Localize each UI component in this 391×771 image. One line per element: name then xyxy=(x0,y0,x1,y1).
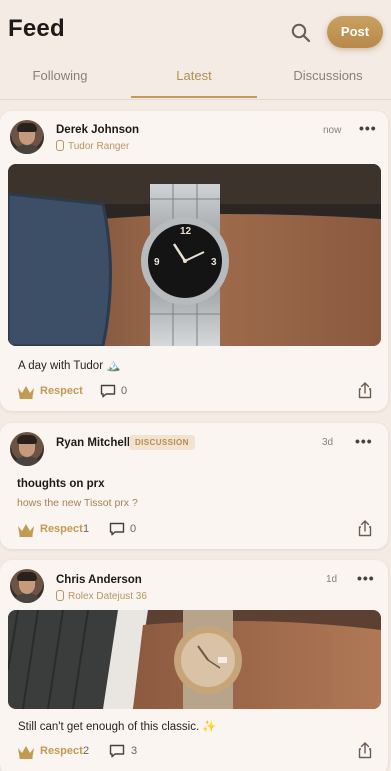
author-name[interactable]: Chris Anderson xyxy=(56,574,142,586)
comment-icon[interactable] xyxy=(100,384,116,398)
more-icon[interactable]: ••• xyxy=(355,433,373,449)
comment-count: 0 xyxy=(130,523,137,535)
tab-following[interactable]: Following xyxy=(0,68,120,83)
comment-icon[interactable] xyxy=(109,522,125,536)
svg-text:9: 9 xyxy=(154,257,160,268)
post-card[interactable]: Ryan Mitchell DISCUSSION 3d ••• thoughts… xyxy=(0,423,388,549)
post-image[interactable]: 12 9 3 xyxy=(8,164,381,346)
header: Feed Post xyxy=(0,0,391,62)
watch-name: Tudor Ranger xyxy=(68,141,130,152)
respect-count: 1 xyxy=(83,523,90,535)
comment-count: 0 xyxy=(121,385,128,397)
comment-icon[interactable] xyxy=(109,744,125,758)
post-card[interactable]: Chris Anderson Rolex Datejust 36 1d ••• xyxy=(0,560,388,771)
watch-tag[interactable]: Tudor Ranger xyxy=(56,140,129,152)
avatar[interactable] xyxy=(10,432,44,466)
post-title: thoughts on prx xyxy=(17,478,105,490)
page-title: Feed xyxy=(8,15,65,42)
crown-icon[interactable] xyxy=(17,745,35,759)
post-caption: A day with Tudor 🏔️ xyxy=(18,360,121,372)
post-actions: Respect 2 3 xyxy=(17,742,372,762)
watch-tag[interactable]: Rolex Datejust 36 xyxy=(56,590,147,602)
crown-icon[interactable] xyxy=(17,385,35,399)
svg-text:12: 12 xyxy=(180,226,192,237)
more-icon[interactable]: ••• xyxy=(357,570,375,586)
respect-button[interactable]: Respect xyxy=(40,385,83,397)
respect-count: 2 xyxy=(83,745,90,757)
watch-icon xyxy=(56,590,64,601)
share-icon[interactable] xyxy=(358,520,372,537)
respect-button[interactable]: Respect xyxy=(40,523,83,535)
status-badge: DISCUSSION xyxy=(129,435,195,450)
post-body: hows the new Tissot prx ? xyxy=(17,497,138,509)
post-actions: Respect 0 xyxy=(17,382,372,402)
crown-icon[interactable] xyxy=(17,523,35,537)
tab-latest[interactable]: Latest xyxy=(134,68,254,83)
post-button[interactable]: Post xyxy=(327,16,383,48)
watch-icon xyxy=(56,140,64,151)
post-image[interactable] xyxy=(8,610,381,709)
comment-count: 3 xyxy=(131,745,138,757)
respect-button[interactable]: Respect xyxy=(40,745,83,757)
svg-text:3: 3 xyxy=(211,257,217,268)
post-time: 3d xyxy=(322,437,334,448)
active-tab-indicator xyxy=(131,96,257,98)
post-time: now xyxy=(323,125,342,136)
post-time: 1d xyxy=(326,574,338,585)
share-icon[interactable] xyxy=(358,742,372,759)
share-icon[interactable] xyxy=(358,382,372,399)
author-name[interactable]: Derek Johnson xyxy=(56,124,139,136)
watch-name: Rolex Datejust 36 xyxy=(68,591,147,602)
more-icon[interactable]: ••• xyxy=(359,120,377,136)
post-caption: Still can't get enough of this classic. … xyxy=(18,721,217,733)
tab-discussions[interactable]: Discussions xyxy=(268,68,388,83)
author-name[interactable]: Ryan Mitchell xyxy=(56,437,130,449)
post-actions: Respect 1 0 xyxy=(17,520,372,540)
avatar[interactable] xyxy=(10,569,44,603)
post-card[interactable]: Derek Johnson Tudor Ranger now ••• 12 9 … xyxy=(0,111,388,411)
avatar[interactable] xyxy=(10,120,44,154)
feed-tabs: Following Latest Discussions xyxy=(0,62,391,100)
search-icon[interactable] xyxy=(290,22,312,44)
